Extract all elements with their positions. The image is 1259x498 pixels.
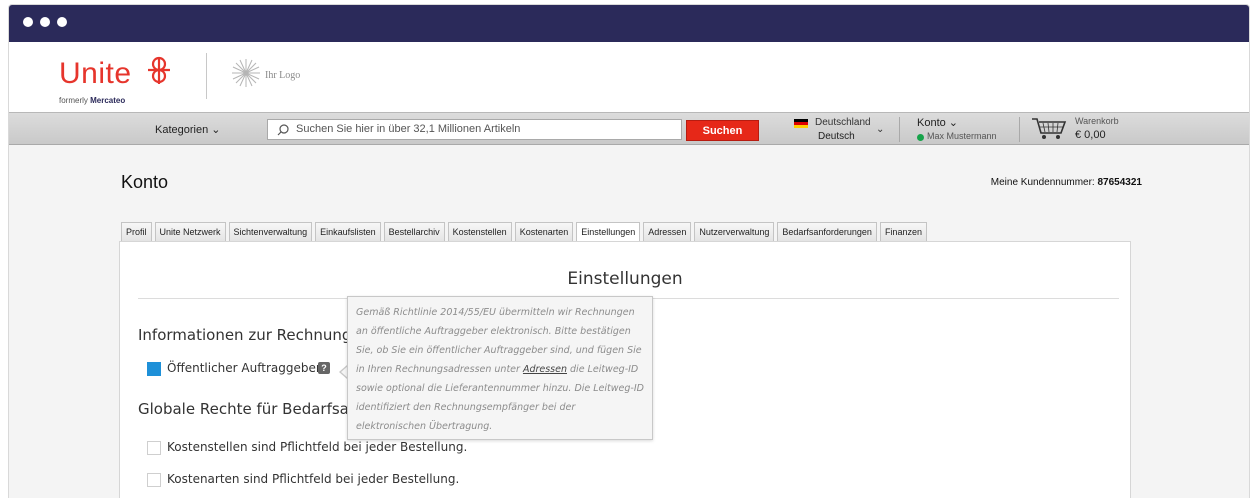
tab-kostenstellen[interactable]: Kostenstellen [447, 222, 512, 242]
tab-bestellarchiv[interactable]: Bestellarchiv [383, 222, 445, 242]
tab-bedarfsanforderungen[interactable]: Bedarfsanforderungen [777, 222, 877, 242]
public-client-checkbox[interactable] [147, 362, 161, 376]
nav-bar: Kategorien ⌄ Suchen Sie hier in über 32,… [9, 112, 1249, 145]
tab-sichtenverwaltung[interactable]: Sichtenverwaltung [228, 222, 313, 242]
country-selector[interactable]: Deutschland [815, 117, 871, 128]
section-global-rights: Globale Rechte für Bedarfsa [138, 400, 349, 418]
cart-icon[interactable] [1031, 117, 1069, 141]
tab-finanzen[interactable]: Finanzen [879, 222, 927, 242]
public-client-tooltip: Gemäß Richtlinie 2014/55/EU übermitteln … [347, 296, 653, 440]
addresses-link[interactable]: Adressen [523, 364, 567, 375]
window-dot-maximize[interactable] [57, 17, 67, 27]
customer-logo-placeholder: Ihr Logo [265, 70, 301, 81]
search-input[interactable]: Suchen Sie hier in über 32,1 Millionen A… [267, 119, 682, 140]
cart-amount: € 0,00 [1075, 129, 1106, 141]
cost-types-label: Kostenarten sind Pflichtfeld bei jeder B… [167, 472, 460, 486]
germany-flag-icon [794, 119, 808, 128]
nav-divider [899, 117, 900, 142]
account-menu[interactable]: Konto ⌄ [917, 116, 958, 129]
tab-profil[interactable]: Profil [121, 222, 152, 242]
customer-number: Meine Kundennummer: 87654321 [990, 177, 1142, 188]
page-title: Konto [121, 172, 169, 192]
tab-kostenarten[interactable]: Kostenarten [514, 222, 574, 242]
cost-types-checkbox[interactable] [147, 473, 161, 487]
formerly-text: formerly Mercateo [59, 96, 126, 105]
panel-title: Einstellungen [567, 269, 683, 289]
cost-centers-checkbox[interactable] [147, 441, 161, 455]
search-placeholder: Suchen Sie hier in über 32,1 Millionen A… [296, 123, 521, 135]
logo-bar: Unite formerly Mercateo Ihr Logo [9, 42, 1249, 112]
public-client-label: Öffentlicher Auftraggeber [167, 361, 321, 375]
categories-menu[interactable]: Kategorien ⌄ [155, 123, 220, 136]
window-dot-minimize[interactable] [40, 17, 50, 27]
online-status-icon [917, 134, 924, 141]
tab-unite-netzwerk[interactable]: Unite Netzwerk [154, 222, 226, 242]
help-icon[interactable]: ? [318, 362, 330, 374]
tab-einkaufslisten[interactable]: Einkaufslisten [315, 222, 381, 242]
search-button[interactable]: Suchen [686, 120, 759, 141]
cost-centers-label: Kostenstellen sind Pflichtfeld bei jeder… [167, 440, 468, 454]
unite-mark-icon [148, 56, 170, 84]
logo-divider [206, 53, 207, 99]
tab-nutzerverwaltung[interactable]: Nutzerverwaltung [694, 222, 775, 242]
tab-einstellungen[interactable]: Einstellungen [576, 222, 641, 243]
user-name: Max Mustermann [927, 131, 997, 141]
search-icon [277, 124, 289, 136]
brand-logo[interactable]: Unite [59, 57, 132, 91]
account-tabs: Profil Unite Netzwerk Sichtenverwaltung Ein… [121, 222, 930, 243]
section-invoice-info: Informationen zur Rechnung [138, 326, 352, 344]
language-selector[interactable]: Deutsch [818, 131, 855, 142]
window-dot-close[interactable] [23, 17, 33, 27]
window-titlebar [9, 5, 1249, 42]
tab-adressen[interactable]: Adressen [643, 222, 692, 242]
chevron-down-icon[interactable]: ⌄ [876, 124, 884, 135]
nav-divider [1019, 117, 1020, 142]
ihr-logo-icon [232, 59, 260, 87]
cart-label[interactable]: Warenkorb [1075, 116, 1119, 126]
